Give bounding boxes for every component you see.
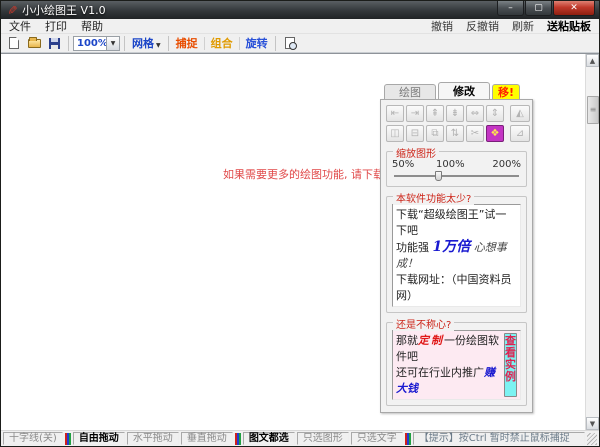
scrollbar-thumb[interactable]: [587, 96, 599, 124]
menu-send-clipboard[interactable]: 送粘贴板: [547, 18, 591, 34]
promo-line3: 下载网址：（中国资料员网）: [396, 273, 512, 302]
stretch-width-icon[interactable]: ◫: [386, 125, 404, 142]
scale-mid-label: 100%: [436, 159, 465, 170]
promo-highlight: 1万倍: [432, 239, 471, 255]
status-crosshair[interactable]: 十字线(关): [3, 432, 63, 445]
slider-track: [394, 175, 519, 177]
save-button[interactable]: [45, 35, 63, 51]
modify-buttons: ⇤ ⇥ ⇞ ⇟ ⇔ ⇕ ◫ ⊟ ⧉ ⇅ ✂ ❖ ◭ ⊿: [386, 105, 530, 142]
slider-thumb[interactable]: [434, 171, 442, 181]
window-title: 小小绘图王 V1.0: [22, 4, 106, 17]
capture-toggle-button[interactable]: 捕捉: [176, 35, 198, 51]
align-left-icon[interactable]: ⇤: [386, 105, 404, 122]
maximize-button[interactable]: ▢: [525, 1, 552, 16]
tab-draw[interactable]: 绘图: [384, 84, 436, 99]
status-select-text[interactable]: 只选文字: [350, 432, 403, 445]
stretch-height-icon[interactable]: ⊟: [406, 125, 424, 142]
close-button[interactable]: ✕: [553, 1, 595, 16]
promo-line2: 功能强 1万倍 心想事成！: [396, 239, 507, 270]
status-select-both[interactable]: 图文都选: [242, 432, 295, 445]
menu-undo[interactable]: 撤销: [431, 18, 453, 34]
open-file-button[interactable]: [25, 35, 43, 51]
scale-groupbox: 缩放图形 50% 100% 200%: [386, 145, 527, 187]
scroll-up-button[interactable]: ▲: [586, 54, 599, 67]
vertical-scrollbar[interactable]: ▲ ▼: [585, 54, 599, 430]
promo-text-box: 下载“超级绘图王”试一下吧 功能强 1万倍 心想事成！ 下载网址：（中国资料员网…: [392, 204, 521, 307]
menu-refresh[interactable]: 刷新: [512, 18, 534, 34]
scale-max-label: 200%: [492, 159, 521, 170]
menu-redo[interactable]: 反撤销: [466, 18, 499, 34]
flip-horizontal-icon[interactable]: ⇔: [466, 105, 484, 122]
status-drag-vertical[interactable]: 垂直拖动: [180, 432, 233, 445]
status-select-shape[interactable]: 只选图形: [296, 432, 349, 445]
toolbar-separator: [68, 35, 69, 51]
toolbar-separator: [203, 36, 205, 50]
menu-bar: 文件 打印 帮助 撤销 反撤销 刷新 送粘贴板: [1, 19, 599, 34]
scale-min-label: 50%: [392, 159, 415, 170]
scroll-down-button[interactable]: ▼: [586, 417, 599, 430]
drawing-canvas[interactable]: 如果需要更多的绘图功能, 请下载“超级绘图王” 绘图 修改 移! ⇤ ⇥ ⇞ ⇟ ⇔ ⇕ …: [1, 53, 599, 430]
chevron-down-icon: ▼: [156, 42, 161, 49]
scale-slider[interactable]: [392, 171, 521, 181]
color-separator-icon: [234, 432, 241, 445]
align-right-icon[interactable]: ⇥: [406, 105, 424, 122]
flip-vertical-icon[interactable]: ⇕: [486, 105, 504, 122]
cut-icon[interactable]: ✂: [466, 125, 484, 142]
app-pen-icon: ✎: [5, 4, 20, 16]
color-tool-icon[interactable]: ❖: [486, 125, 504, 142]
toolbar-separator: [124, 35, 125, 51]
custom-line2: 还可在行业内推广赚大钱: [396, 366, 495, 395]
promo-line1: 下载“超级绘图王”试一下吧: [396, 208, 507, 237]
panel-body: ⇤ ⇥ ⇞ ⇟ ⇔ ⇕ ◫ ⊟ ⧉ ⇅ ✂ ❖ ◭ ⊿ 缩放图形 50% 100% 200%: [380, 99, 533, 413]
color-separator-icon: [64, 432, 71, 445]
combine-button[interactable]: 组合: [211, 35, 233, 51]
menu-file[interactable]: 文件: [9, 18, 31, 34]
minimize-button[interactable]: –: [497, 1, 524, 16]
swap-order-icon[interactable]: ⇅: [446, 125, 464, 142]
view-examples-button[interactable]: 查看实例: [504, 333, 517, 397]
custom-highlight-red: 定制: [418, 334, 444, 347]
open-folder-icon: [27, 36, 41, 48]
status-bar: 十字线(关) 自由拖动 水平拖动 垂直拖动 图文都选 只选图形 只选文字 【提示…: [1, 430, 599, 446]
new-file-icon: [9, 37, 19, 49]
custom-groupbox: 还是不称心? 那就定制一份绘图软件吧 还可在行业内推广赚大钱 查看实例: [386, 316, 527, 406]
status-message: 【提示】按Ctrl 暂时禁止鼠标捕捉: [412, 432, 585, 445]
toolbar-separator: [274, 35, 276, 51]
menu-help[interactable]: 帮助: [81, 18, 103, 34]
status-drag-free[interactable]: 自由拖动: [72, 432, 125, 445]
title-bar: ✎ 小小绘图王 V1.0 – ▢ ✕: [1, 1, 599, 19]
custom-text-box: 那就定制一份绘图软件吧 还可在行业内推广赚大钱 查看实例: [392, 330, 521, 400]
toolbar: 100% ▼ 网格 ▼ 捕捉 组合 旋转: [1, 34, 599, 53]
toolbar-separator: [167, 35, 169, 51]
rotate-angle-icon[interactable]: ◭: [510, 105, 530, 122]
new-file-button[interactable]: [5, 35, 23, 51]
zoom-value: 100%: [77, 37, 108, 49]
toolbar-separator: [238, 36, 240, 50]
chevron-down-icon[interactable]: ▼: [106, 36, 119, 50]
panel-tabs: 绘图 修改 移!: [380, 82, 533, 99]
custom-group-title: 还是不称心?: [393, 316, 455, 331]
rotate-button[interactable]: 旋转: [246, 35, 268, 51]
zoom-combobox[interactable]: 100% ▼: [73, 35, 120, 51]
color-separator-icon: [404, 432, 411, 445]
print-preview-icon: [284, 37, 297, 50]
promo-groupbox: 本软件功能太少? 下载“超级绘图王”试一下吧 功能强 1万倍 心想事成！ 下载网…: [386, 190, 527, 313]
promo-group-title: 本软件功能太少?: [393, 190, 475, 205]
app-window: ✎ 小小绘图王 V1.0 – ▢ ✕ 文件 打印 帮助 撤销 反撤销 刷新 送粘…: [0, 0, 600, 447]
menu-print[interactable]: 打印: [45, 18, 67, 34]
skew-icon[interactable]: ⊿: [510, 125, 530, 142]
align-bottom-icon[interactable]: ⇟: [446, 105, 464, 122]
scale-group-title: 缩放图形: [393, 145, 439, 160]
tab-move[interactable]: 移!: [492, 84, 521, 99]
save-floppy-icon: [48, 37, 60, 49]
equal-size-icon[interactable]: ⧉: [426, 125, 444, 142]
print-preview-button[interactable]: [281, 35, 299, 51]
align-top-icon[interactable]: ⇞: [426, 105, 444, 122]
status-drag-horizontal[interactable]: 水平拖动: [126, 432, 179, 445]
grid-button[interactable]: 网格 ▼: [132, 35, 161, 51]
tool-panel: 绘图 修改 移! ⇤ ⇥ ⇞ ⇟ ⇔ ⇕ ◫ ⊟ ⧉ ⇅ ✂ ❖ ◭ ⊿ 缩放图形 50% 100%: [380, 82, 533, 413]
resize-grip-icon[interactable]: [587, 432, 597, 445]
custom-line1: 那就定制一份绘图软件吧: [396, 334, 499, 363]
tab-modify[interactable]: 修改: [438, 82, 490, 99]
